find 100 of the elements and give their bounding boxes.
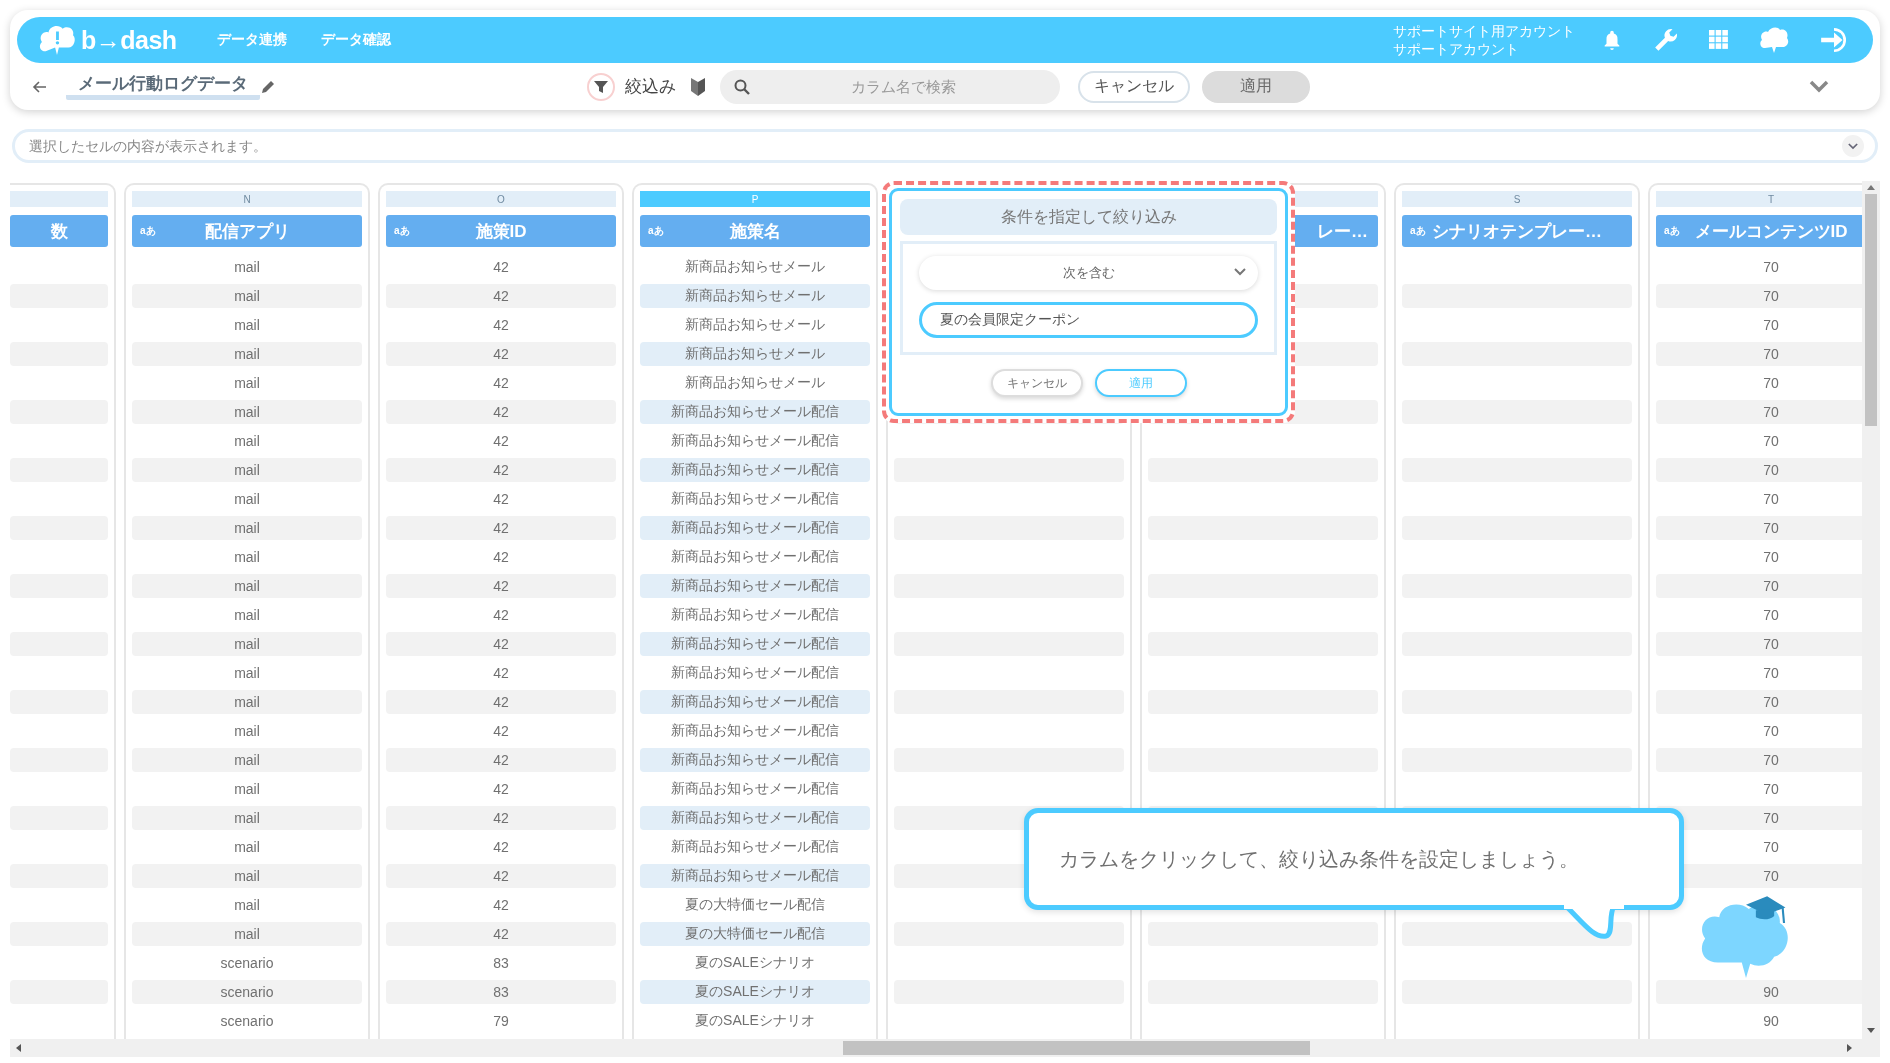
column-title: シナリオテンプレー… <box>1432 220 1602 243</box>
table-cell: mail <box>132 806 362 830</box>
scrollbar-thumb[interactable] <box>1865 194 1877 426</box>
table-cell: 83 <box>386 980 616 1004</box>
horizontal-scrollbar[interactable] <box>10 1039 1880 1057</box>
type-label: aあ <box>1410 224 1426 238</box>
table-cell: 70 <box>1656 400 1862 424</box>
table-cell-text: mail <box>233 432 261 451</box>
account-name: サポートサイト用アカウント <box>1393 22 1575 40</box>
popup-title: 条件を指定して絞り込み <box>900 199 1277 235</box>
table-cell: 夏の大特価セール配信 <box>640 922 870 946</box>
table-cell-text: 42 <box>492 722 510 741</box>
column-letter-bar[interactable]: S <box>1402 191 1632 207</box>
table-cell: 70 <box>1656 458 1862 482</box>
table-cell-text: 新商品お知らせメール <box>684 315 826 334</box>
table-cell: 42 <box>386 342 616 366</box>
type-label: aあ <box>140 224 156 238</box>
column-letter-bar[interactable] <box>10 191 108 207</box>
table-cell: 90 <box>1656 980 1862 1004</box>
table-cell: 42 <box>386 690 616 714</box>
column-letter-bar[interactable]: P <box>640 191 870 207</box>
wrench-icon[interactable] <box>1653 27 1679 53</box>
table-cell: 42 <box>386 516 616 540</box>
table-cell: 70 <box>1656 516 1862 540</box>
table-cell-text: 79 <box>492 1012 510 1031</box>
table-cell-text: 新商品お知らせメール配信 <box>670 663 840 682</box>
table-cell: 新商品お知らせメール <box>640 342 870 366</box>
column-header[interactable]: aあ 施策ID <box>386 215 616 247</box>
scrollbar-thumb[interactable] <box>843 1041 1310 1055</box>
vertical-scrollbar[interactable] <box>1862 181 1880 1039</box>
table-cell-text: mail <box>233 258 261 277</box>
column-letter-bar[interactable]: O <box>386 191 616 207</box>
table-cell-text: 42 <box>492 664 510 683</box>
table-cell-text: 新商品お知らせメール配信 <box>670 547 840 566</box>
table-cell-text: 70 <box>1762 490 1780 509</box>
table-cell-text: 42 <box>492 258 510 277</box>
left-arrow-icon[interactable] <box>16 1044 21 1052</box>
nav-link[interactable]: データ連携 <box>216 31 287 49</box>
table-cell-text: 42 <box>492 896 510 915</box>
table-cell-text: 42 <box>492 316 510 335</box>
table-cell: mail <box>132 864 362 888</box>
column-letter-bar[interactable]: N <box>132 191 362 207</box>
search-field[interactable]: カラム名で検索 <box>720 69 1060 104</box>
column-header[interactable]: 数 <box>10 215 108 247</box>
funnel-icon <box>593 78 609 95</box>
cancel-button[interactable]: キャンセル <box>1078 70 1190 103</box>
grid-icon[interactable] <box>1709 30 1729 50</box>
caret-icon <box>1234 268 1246 276</box>
filter-label: 絞込み <box>625 76 676 98</box>
column-title: 配信アプリ <box>204 220 290 243</box>
table-cell: 70 <box>1656 632 1862 656</box>
nav-link[interactable]: データ確認 <box>320 31 391 49</box>
column-letter-bar[interactable]: T <box>1656 191 1862 207</box>
table-cell: 新商品お知らせメール配信 <box>640 516 870 540</box>
table-cell: 42 <box>386 864 616 888</box>
table-cell: mail <box>132 632 362 656</box>
page-title: メール行動ログデータ <box>66 73 260 100</box>
table-cell-text: mail <box>233 664 261 683</box>
table-cell-text: 新商品お知らせメール配信 <box>670 837 840 856</box>
table-cell: 42 <box>386 632 616 656</box>
table-cell-text: mail <box>233 722 261 741</box>
beginner-mark-icon[interactable] <box>690 76 706 97</box>
table-cell-text: 夏のSALEシナリオ <box>694 1011 816 1030</box>
apply-button[interactable]: 適用 <box>1094 369 1187 397</box>
table-cell-text: 新商品お知らせメール <box>684 257 826 276</box>
logo-text[interactable]: b→dash <box>81 25 177 55</box>
table-cell: 42 <box>386 574 616 598</box>
cancel-button[interactable]: キャンセル <box>990 369 1083 397</box>
column-title: 数 <box>50 220 68 243</box>
column-title: 施策ID <box>475 220 527 243</box>
table-cell-text: 70 <box>1762 664 1780 683</box>
table-cell-text: 夏の大特価セール配信 <box>684 895 826 914</box>
down-arrow-icon[interactable] <box>1867 1028 1875 1033</box>
cloud-icon[interactable] <box>1759 26 1789 54</box>
table-cell-text: 70 <box>1762 838 1780 857</box>
back-arrow-icon[interactable] <box>32 78 48 95</box>
table-cell-text: mail <box>233 606 261 625</box>
right-arrow-icon[interactable] <box>1847 1044 1852 1052</box>
column-header[interactable]: aあ 施策名 <box>640 215 870 247</box>
operator-dropdown[interactable]: 次を含む <box>919 256 1258 290</box>
chevron-down-icon[interactable] <box>1808 79 1830 94</box>
column-title: メールコンテンツID <box>1694 220 1848 243</box>
table-cell: 70 <box>1656 690 1862 714</box>
table-cell-text: 70 <box>1762 780 1780 799</box>
table-cell: 新商品お知らせメール配信 <box>640 864 870 888</box>
column-header[interactable]: aあ メールコンテンツID <box>1656 215 1862 247</box>
table-cell-text: mail <box>233 374 261 393</box>
filter-input[interactable]: 夏の会員限定クーポン <box>919 302 1258 338</box>
pencil-icon[interactable] <box>260 78 276 95</box>
column-header[interactable]: aあ シナリオテンプレー… <box>1402 215 1632 247</box>
logout-icon[interactable] <box>1819 27 1849 53</box>
filter-button[interactable] <box>587 72 615 101</box>
table-cell-text: 70 <box>1762 316 1780 335</box>
table-cell-text: 新商品お知らせメール配信 <box>670 605 840 624</box>
table-cell-text: 70 <box>1762 374 1780 393</box>
column-header[interactable]: aあ 配信アプリ <box>132 215 362 247</box>
table-cell: mail <box>132 400 362 424</box>
up-arrow-icon[interactable] <box>1867 185 1875 190</box>
cell-content-field[interactable]: 選択したセルの内容が表示されます。 <box>12 129 1878 163</box>
table-cell-text: 90 <box>1762 1012 1780 1031</box>
